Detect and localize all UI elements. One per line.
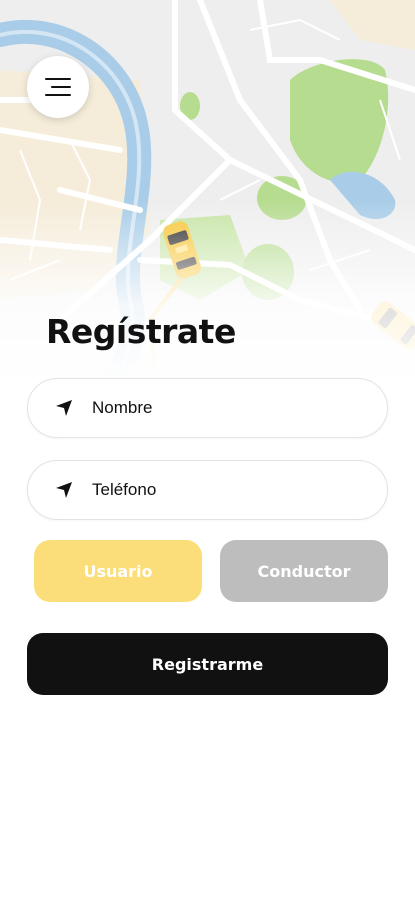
- role-user-button[interactable]: Usuario: [34, 540, 202, 602]
- navigation-arrow-icon: [54, 398, 74, 418]
- menu-button[interactable]: [27, 56, 89, 118]
- navigation-arrow-icon: [54, 480, 74, 500]
- menu-lines-icon: [45, 78, 71, 96]
- name-input[interactable]: [90, 397, 334, 419]
- register-button[interactable]: Registrarme: [27, 633, 388, 695]
- role-driver-button[interactable]: Conductor: [220, 540, 388, 602]
- page-title: Regístrate: [46, 312, 236, 351]
- phone-input[interactable]: [90, 479, 334, 501]
- name-field[interactable]: [27, 378, 388, 438]
- phone-field[interactable]: [27, 460, 388, 520]
